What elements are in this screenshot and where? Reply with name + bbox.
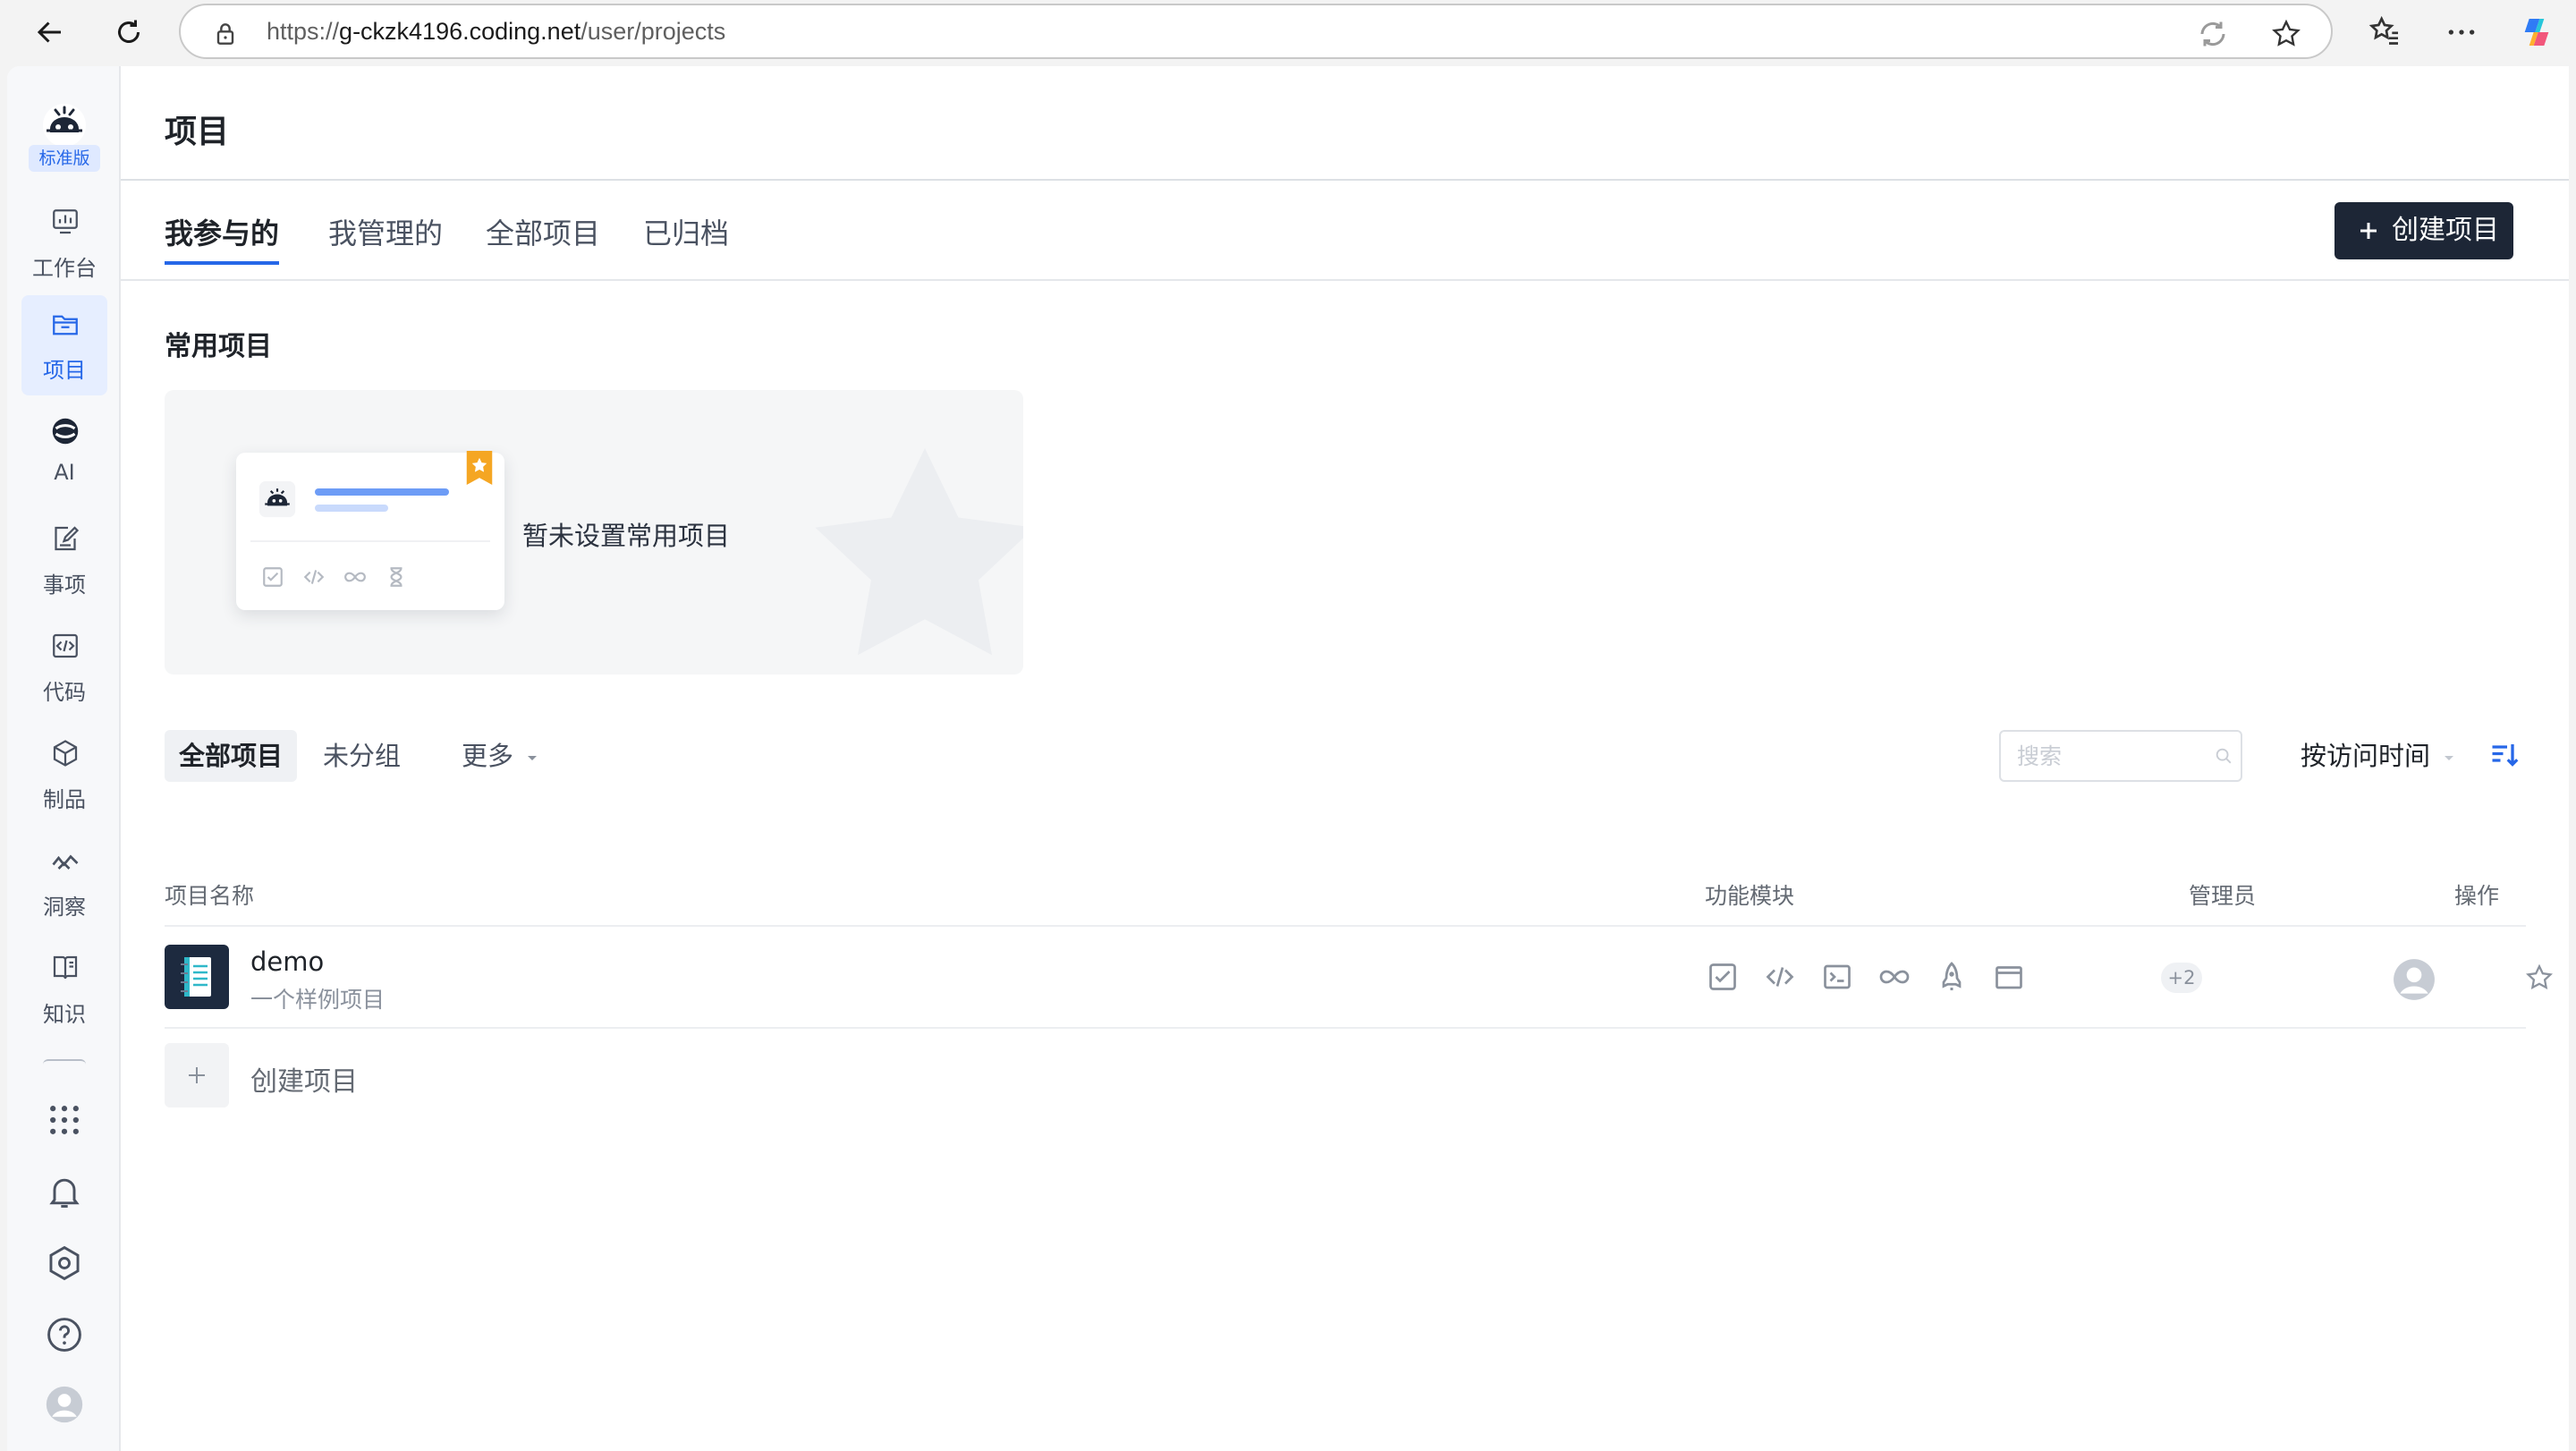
- favorites-list-icon[interactable]: [2367, 14, 2402, 50]
- filter-tab-ungrouped[interactable]: 未分组: [309, 730, 415, 782]
- main-content: 项目 我参与的 我管理的 全部项目 已归档 创建项目 常用项目 暂未设置常用项目…: [121, 66, 2569, 1451]
- column-header-admin: 管理员: [2189, 883, 2257, 909]
- add-project-button[interactable]: [165, 1043, 229, 1107]
- bookmark-star-icon: [466, 451, 493, 485]
- issue-check-icon: [263, 567, 283, 587]
- sort-order-icon[interactable]: [2488, 739, 2521, 771]
- project-name[interactable]: demo: [250, 946, 324, 977]
- bell-icon[interactable]: [45, 1172, 84, 1211]
- caret-down-icon: [2445, 756, 2454, 760]
- hourglass-icon: [390, 567, 402, 587]
- more-modules-badge[interactable]: +2: [2161, 963, 2202, 993]
- rail-item-artifacts[interactable]: 制品: [21, 725, 107, 825]
- lock-icon: [216, 23, 234, 45]
- artifact-window-icon[interactable]: [1993, 961, 2025, 993]
- edition-badge: 标准版: [29, 145, 100, 172]
- add-project-row[interactable]: 创建项目: [165, 1043, 612, 1109]
- tab-participating[interactable]: 我参与的: [165, 211, 280, 265]
- back-arrow-icon: [37, 21, 61, 43]
- user-avatar-icon[interactable]: [45, 1385, 84, 1424]
- filter-tab-all[interactable]: 全部项目: [165, 730, 298, 782]
- rocket-icon[interactable]: [1936, 961, 1968, 993]
- url-text: https://g-ckzk4196.coding.net/user/proje…: [267, 18, 726, 45]
- help-icon[interactable]: [45, 1315, 84, 1354]
- app-available-icon[interactable]: [2197, 18, 2229, 50]
- favorites-title: 常用项目: [165, 331, 272, 362]
- terminal-icon[interactable]: [1821, 961, 1853, 993]
- star-watermark-icon: [815, 448, 1023, 656]
- admin-avatar[interactable]: [2392, 957, 2436, 1002]
- star-icon[interactable]: [2524, 963, 2555, 993]
- favorites-empty-state: 暂未设置常用项目: [165, 390, 1023, 675]
- back-button[interactable]: [29, 11, 72, 54]
- favorite-placeholder-card: [236, 451, 504, 610]
- column-header-actions: 操作: [2454, 883, 2500, 909]
- rail-item-code[interactable]: 代码: [21, 617, 107, 717]
- create-project-button[interactable]: 创建项目: [2334, 202, 2513, 259]
- address-bar[interactable]: https://g-ckzk4196.coding.net/user/proje…: [179, 4, 2333, 59]
- project-avatar: [165, 945, 229, 1009]
- notebook-icon: [181, 957, 211, 997]
- rail-item-workbench[interactable]: 工作台: [21, 193, 107, 293]
- column-header-name: 项目名称: [165, 883, 255, 909]
- infinity-ci-icon: [344, 572, 366, 582]
- ai-logo-icon: [52, 418, 79, 445]
- refresh-icon: [118, 20, 140, 43]
- column-header-modules: 功能模块: [1705, 883, 1795, 909]
- page-header: 项目: [121, 66, 2569, 181]
- rail-scroll-indicator: [43, 1059, 86, 1065]
- refresh-button[interactable]: [107, 11, 150, 54]
- browser-toolbar: https://g-ckzk4196.coding.net/user/proje…: [0, 0, 2576, 64]
- settings-hexagon-icon[interactable]: [45, 1243, 84, 1283]
- filter-tab-more[interactable]: 更多: [447, 730, 554, 782]
- artifact-box-icon: [53, 740, 78, 767]
- placeholder-title-bar: [315, 488, 449, 496]
- project-tabs: 我参与的 我管理的 全部项目 已归档: [121, 181, 2569, 281]
- tab-archived[interactable]: 已归档: [643, 211, 729, 261]
- insight-chart-icon: [52, 854, 79, 870]
- apps-grid-icon[interactable]: [45, 1100, 84, 1140]
- left-rail: 标准版 工作台 项目 AI 事项 代码 制品 洞察 知识: [7, 66, 121, 1451]
- rail-item-issues[interactable]: 事项: [21, 510, 107, 610]
- issue-check-icon[interactable]: [1707, 961, 1739, 993]
- sort-select[interactable]: 按访问时间: [2301, 730, 2456, 782]
- code-icon: [53, 633, 78, 658]
- rail-item-insight[interactable]: 洞察: [21, 832, 107, 932]
- project-folder-icon: [53, 315, 78, 335]
- plus-icon: [189, 1067, 205, 1083]
- more-menu-icon[interactable]: [2444, 14, 2479, 50]
- page-title: 项目: [165, 114, 230, 150]
- rail-item-projects[interactable]: 项目: [21, 295, 107, 395]
- code-icon[interactable]: [1764, 961, 1796, 993]
- rail-item-ai[interactable]: AI: [21, 403, 107, 503]
- issue-edit-icon: [55, 526, 80, 551]
- favorites-empty-text: 暂未设置常用项目: [522, 521, 731, 551]
- page-viewport: 标准版 工作台 项目 AI 事项 代码 制品 洞察 知识 项目 我参与的 我管理…: [7, 66, 2569, 1451]
- code-icon: [303, 570, 325, 584]
- rail-item-knowledge[interactable]: 知识: [21, 939, 107, 1039]
- table-row[interactable]: demo 一个样例项目 +2: [165, 927, 2553, 1029]
- caret-down-icon: [528, 756, 538, 760]
- tab-all-projects[interactable]: 全部项目: [486, 211, 600, 261]
- plus-icon: [2360, 223, 2377, 239]
- search-icon: [2216, 748, 2232, 764]
- favorite-star-icon[interactable]: [2270, 18, 2302, 50]
- add-project-label: 创建项目: [250, 1066, 358, 1098]
- knowledge-book-icon: [53, 955, 78, 980]
- dashboard-icon: [53, 209, 78, 234]
- project-description: 一个样例项目: [250, 987, 386, 1013]
- placeholder-desc-bar: [315, 505, 388, 512]
- search-input[interactable]: [1999, 730, 2242, 782]
- copilot-icon[interactable]: [2519, 14, 2555, 50]
- placeholder-divider: [250, 540, 490, 542]
- tab-managing[interactable]: 我管理的: [328, 211, 443, 261]
- infinity-ci-icon[interactable]: [1878, 961, 1911, 993]
- coding-logo-icon: [258, 480, 296, 518]
